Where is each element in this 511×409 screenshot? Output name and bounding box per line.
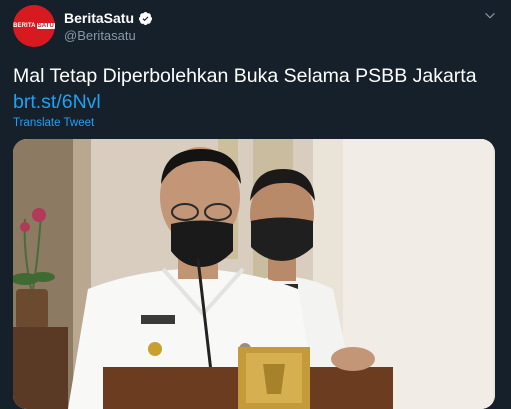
display-name[interactable]: BeritaSatu [64, 10, 134, 26]
handle[interactable]: @Beritasatu [64, 28, 136, 43]
tweet-link[interactable]: brt.st/6Nvl [13, 89, 101, 115]
tweet-text: Mal Tetap Diperbolehkan Buka Selama PSBB… [13, 65, 477, 87]
beritasatu-logo: BERITA SATU [13, 23, 55, 29]
tweet-photo[interactable] [13, 139, 495, 409]
avatar[interactable]: BERITA SATU [13, 5, 55, 47]
author-name-row[interactable]: BeritaSatu [64, 10, 153, 26]
translate-tweet-link[interactable]: Translate Tweet [13, 117, 94, 129]
chevron-down-icon[interactable] [483, 9, 497, 23]
verified-badge-icon [138, 11, 153, 25]
